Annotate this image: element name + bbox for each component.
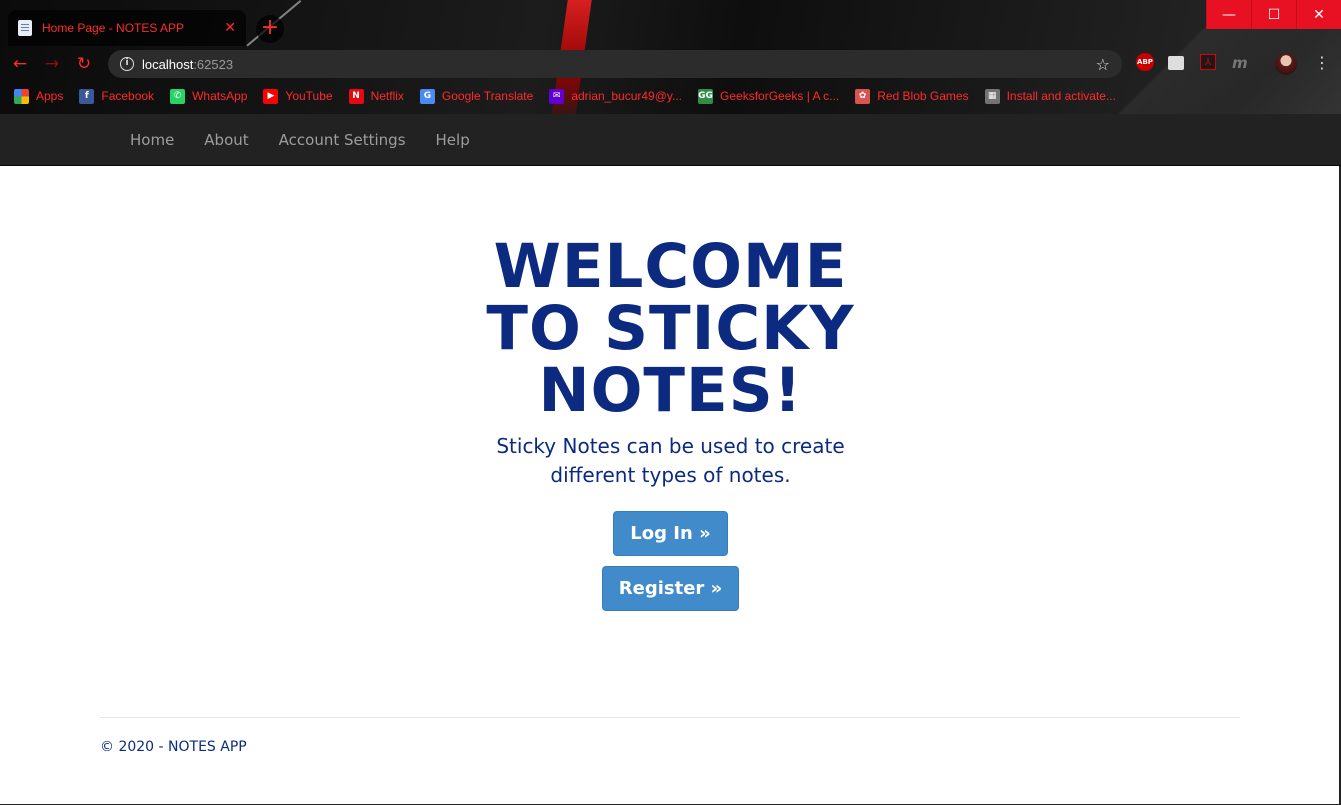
page-favicon-icon bbox=[18, 20, 32, 36]
page-subtitle: Sticky Notes can be used to create diffe… bbox=[496, 434, 845, 487]
bookmark-geeksforgeeks[interactable]: GG GeeksforGeeks | A c... bbox=[698, 88, 840, 104]
bookmark-label: YouTube bbox=[285, 89, 333, 103]
browser-tab[interactable]: Home Page - NOTES APP ✕ bbox=[8, 10, 246, 46]
google-translate-icon: G bbox=[419, 88, 435, 104]
nav-link-account-settings[interactable]: Account Settings bbox=[264, 131, 421, 149]
bookmark-label: adrian_bucur49@y... bbox=[571, 89, 683, 103]
youtube-icon: ▶ bbox=[263, 88, 279, 104]
bookmark-label: Facebook bbox=[101, 89, 155, 103]
yahoo-mail-icon: ✉ bbox=[549, 88, 565, 104]
whatsapp-icon: ✆ bbox=[170, 88, 186, 104]
bookmarks-bar: Apps f Facebook ✆ WhatsApp ▶ YouTube N Netflix G G… bbox=[0, 84, 1132, 108]
tab-title: Home Page - NOTES APP bbox=[42, 21, 185, 35]
bookmark-red-blob-games[interactable]: ✿ Red Blob Games bbox=[855, 88, 969, 104]
bookmark-microsoft[interactable]: ▦ Install and activate... bbox=[984, 88, 1116, 104]
window-controls: — ☐ ✕ bbox=[1206, 0, 1341, 29]
bookmark-label: WhatsApp bbox=[192, 89, 248, 103]
apps-grid-icon bbox=[14, 88, 29, 104]
page-title: WELCOME TO STICKY NOTES! bbox=[486, 231, 855, 426]
login-button[interactable]: Log In » bbox=[613, 511, 728, 556]
register-button[interactable]: Register » bbox=[601, 566, 740, 611]
browser-chrome: Home Page - NOTES APP ✕ + — ☐ ✕ ← → ↻ i … bbox=[0, 0, 1341, 114]
window-close-button[interactable]: ✕ bbox=[1296, 0, 1341, 29]
address-bar[interactable]: i localhost :62523 ☆ bbox=[108, 50, 1122, 78]
footer-divider bbox=[100, 717, 1240, 718]
geeksforgeeks-icon: GG bbox=[698, 88, 714, 104]
netflix-icon: N bbox=[348, 88, 364, 104]
nav-link-about[interactable]: About bbox=[189, 131, 263, 149]
hero-section: WELCOME TO STICKY NOTES! Sticky Notes ca… bbox=[0, 236, 1341, 611]
nav-link-home[interactable]: Home bbox=[115, 131, 189, 149]
bookmark-facebook[interactable]: f Facebook bbox=[79, 88, 155, 104]
url-host: localhost bbox=[142, 56, 194, 72]
bookmark-label: Netflix bbox=[370, 89, 404, 103]
bookmark-whatsapp[interactable]: ✆ WhatsApp bbox=[170, 88, 248, 104]
site-navbar: Home About Account Settings Help bbox=[0, 114, 1341, 166]
bookmark-label: Red Blob Games bbox=[877, 89, 969, 103]
browser-menu-icon[interactable]: ⋮ bbox=[1314, 53, 1330, 72]
bookmark-label: Install and activate... bbox=[1006, 89, 1116, 103]
bookmark-label: GeeksforGeeks | A c... bbox=[720, 89, 840, 103]
bookmark-label: Google Translate bbox=[441, 89, 534, 103]
reload-button[interactable]: ↻ bbox=[68, 54, 100, 74]
facebook-icon: f bbox=[79, 88, 95, 104]
bookmark-apps-grid[interactable]: Apps bbox=[14, 88, 64, 104]
site-info-icon[interactable]: i bbox=[120, 57, 134, 71]
bookmark-yahoo-mail[interactable]: ✉ adrian_bucur49@y... bbox=[549, 88, 683, 104]
printer-icon[interactable] bbox=[1168, 56, 1184, 70]
red-blob-games-icon: ✿ bbox=[855, 88, 871, 104]
page-content: WELCOME TO STICKY NOTES! Sticky Notes ca… bbox=[0, 166, 1341, 805]
mendeley-icon[interactable]: m bbox=[1232, 54, 1248, 72]
tab-close-icon[interactable]: ✕ bbox=[224, 20, 236, 36]
bookmark-star-icon[interactable]: ☆ bbox=[1096, 55, 1110, 74]
profile-avatar[interactable] bbox=[1275, 53, 1297, 75]
maximize-button[interactable]: ☐ bbox=[1251, 0, 1296, 29]
bookmark-youtube[interactable]: ▶ YouTube bbox=[263, 88, 333, 104]
footer-copyright: © 2020 - NOTES APP bbox=[100, 739, 247, 755]
adobe-pdf-icon[interactable]: ⅄ bbox=[1200, 54, 1216, 70]
back-button[interactable]: ← bbox=[4, 54, 36, 74]
bookmark-label: Apps bbox=[36, 89, 64, 103]
minimize-button[interactable]: — bbox=[1206, 0, 1251, 29]
url-port: :62523 bbox=[193, 56, 234, 72]
browser-toolbar: ← → ↻ i localhost :62523 ☆ ABP ⅄ m ⋮ bbox=[0, 48, 1341, 80]
microsoft-icon: ▦ bbox=[984, 88, 1000, 104]
new-tab-button[interactable]: + bbox=[256, 15, 284, 43]
nav-link-help[interactable]: Help bbox=[421, 131, 485, 149]
bookmark-netflix[interactable]: N Netflix bbox=[348, 88, 404, 104]
adblock-plus-icon[interactable]: ABP bbox=[1136, 53, 1154, 71]
bookmark-google-translate[interactable]: G Google Translate bbox=[419, 88, 534, 104]
forward-button[interactable]: → bbox=[36, 54, 68, 74]
